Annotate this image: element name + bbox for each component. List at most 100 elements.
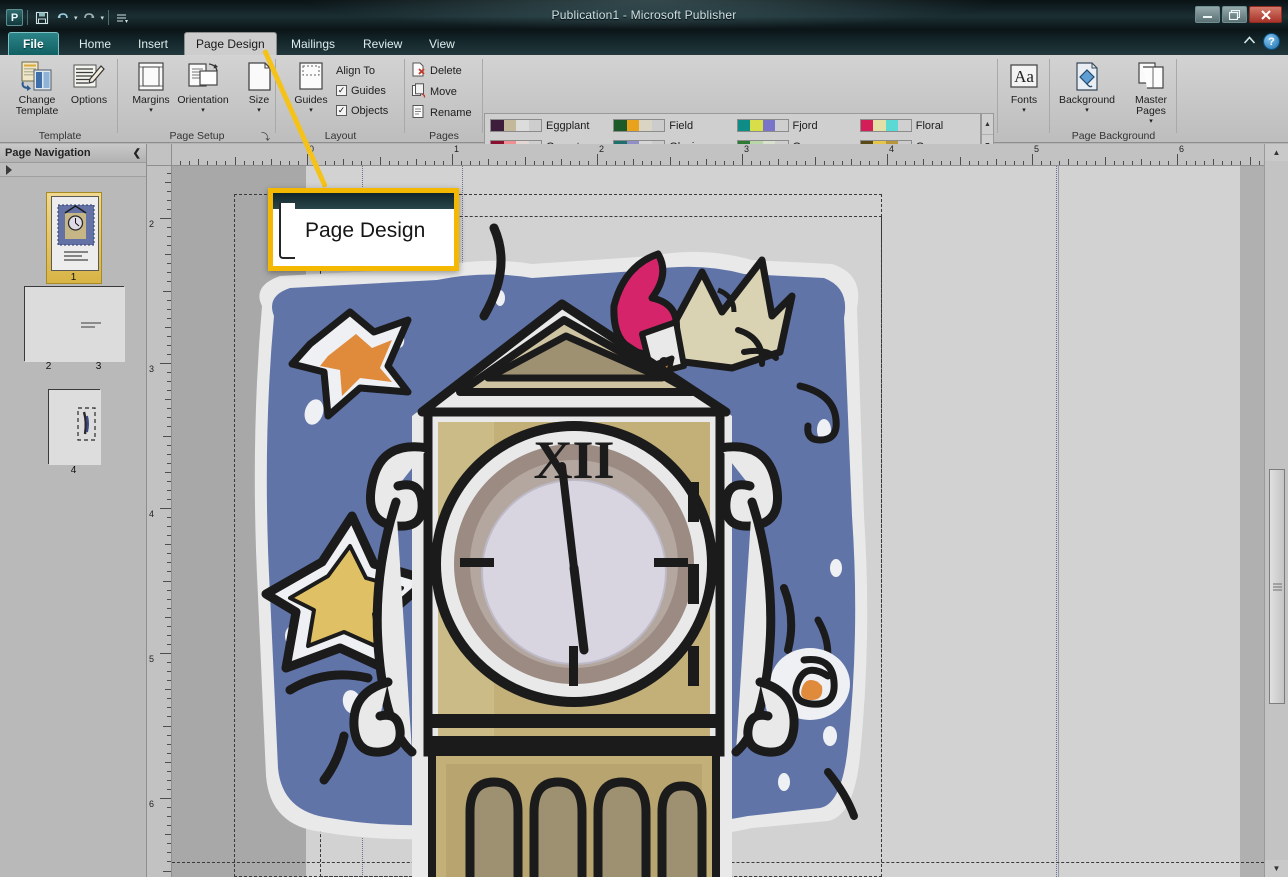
chevron-left-icon[interactable]: ❮: [133, 148, 141, 159]
ruler-minor-tick: [334, 161, 336, 165]
align-to-label-row: Align To: [336, 61, 375, 80]
page-navigation-subbar[interactable]: [0, 163, 146, 177]
restore-button[interactable]: [1222, 6, 1247, 23]
ruler-minor-tick: [167, 408, 171, 410]
thumb-selected-frame[interactable]: 1: [45, 192, 102, 284]
art-cornice-2: [428, 736, 720, 748]
ribbon-tab-strip: File Home Insert Page Design Mailings Re…: [0, 30, 1288, 55]
ruler-minor-tick: [1104, 157, 1106, 165]
ruler-minor-tick: [1095, 161, 1097, 165]
vertical-scrollbar[interactable]: ▲ ▼: [1264, 144, 1288, 877]
tab-review[interactable]: Review: [352, 32, 413, 55]
scheme-field[interactable]: Field: [609, 115, 732, 136]
ruler-minor-tick: [1041, 161, 1043, 165]
template-options-button[interactable]: Options: [58, 59, 120, 125]
collapse-triangle-icon[interactable]: [6, 164, 12, 175]
ribbon-group-fonts: Aa Fonts ▾: [998, 55, 1050, 143]
ruler-minor-tick: [705, 159, 707, 165]
clock-tower-clipart[interactable]: XII: [232, 216, 892, 877]
background-button[interactable]: Background ▾: [1050, 59, 1124, 125]
orientation-button[interactable]: Orientation ▾: [172, 59, 234, 125]
close-button[interactable]: [1249, 6, 1282, 23]
ruler-minor-tick: [1222, 161, 1224, 165]
tab-file[interactable]: File: [8, 32, 59, 55]
chevron-down-icon[interactable]: ▾: [1149, 118, 1153, 125]
ruler-minor-tick: [569, 161, 571, 165]
page-navigation-header: Page Navigation ❮: [0, 144, 146, 163]
fonts-button[interactable]: Aa Fonts ▾: [993, 59, 1055, 125]
ruler-minor-tick: [243, 161, 245, 165]
tab-mailings[interactable]: Mailings: [280, 32, 346, 55]
scroll-up-button[interactable]: ▲: [1265, 144, 1288, 161]
scroll-down-button[interactable]: ▼: [1265, 860, 1288, 877]
horizontal-ruler[interactable]: 10123456: [172, 144, 1264, 166]
ruler-minor-tick: [905, 161, 907, 165]
ruler-minor-tick: [297, 161, 299, 165]
master-pages-button[interactable]: Master Pages ▾: [1124, 59, 1178, 125]
delete-page-button[interactable]: Delete: [411, 61, 462, 80]
checkbox-objects[interactable]: ✓: [336, 105, 347, 116]
callout-tab-shape: [279, 203, 295, 259]
ruler-minor-tick: [814, 157, 816, 165]
delete-page-label: Delete: [430, 64, 462, 77]
vertical-ruler[interactable]: 2 3 4 5 6: [147, 166, 172, 877]
tab-view[interactable]: View: [418, 32, 466, 55]
align-objects-checkbox-row[interactable]: ✓ Objects: [336, 101, 388, 120]
ruler-tick-label: 6: [149, 799, 155, 809]
move-page-button[interactable]: Move: [411, 82, 457, 101]
window-controls[interactable]: [1195, 6, 1282, 23]
thumb-spread[interactable]: 2 3: [23, 286, 125, 372]
chevron-down-icon[interactable]: ▾: [309, 107, 313, 114]
ruler-minor-tick: [479, 161, 481, 165]
align-guides-checkbox-row[interactable]: ✓ Guides: [336, 81, 386, 100]
ruler-minor-tick: [167, 535, 171, 537]
ruler-minor-tick: [165, 471, 171, 473]
schemes-scroll-up-button[interactable]: ▲: [982, 114, 993, 135]
ruler-minor-tick: [1167, 161, 1169, 165]
scheme-floral[interactable]: Floral: [856, 115, 979, 136]
page-thumb-1[interactable]: 1: [0, 192, 147, 287]
tab-insert[interactable]: Insert: [127, 32, 179, 55]
ruler-minor-tick: [180, 161, 182, 165]
ruler-minor-tick: [796, 161, 798, 165]
art-clock-numeral: XII: [533, 430, 614, 490]
ruler-minor-tick: [678, 161, 680, 165]
art-window-slit-1: [688, 482, 699, 522]
chevron-down-icon[interactable]: ▾: [1085, 107, 1089, 114]
question-mark-icon[interactable]: ?: [1263, 33, 1280, 50]
tab-home[interactable]: Home: [68, 32, 122, 55]
chevron-down-icon[interactable]: ▾: [149, 107, 153, 114]
chevron-down-icon[interactable]: ▾: [201, 107, 205, 114]
document-canvas[interactable]: XII: [172, 166, 1264, 877]
scheme-swatch: [613, 119, 666, 132]
page-thumb-4[interactable]: 4: [0, 389, 147, 476]
ruler-minor-tick: [198, 159, 200, 165]
chevron-up-icon[interactable]: [1243, 35, 1256, 49]
scheme-fjord[interactable]: Fjord: [733, 115, 856, 136]
guides-button[interactable]: Guides ▾: [280, 59, 342, 125]
ruler-minor-tick: [167, 453, 171, 455]
minimize-button[interactable]: [1195, 6, 1220, 23]
ruler-minor-tick: [167, 308, 171, 310]
scrollbar-thumb[interactable]: [1269, 469, 1285, 704]
thumb-single[interactable]: 4: [47, 389, 101, 476]
size-label: Size: [248, 94, 270, 106]
ruler-minor-tick: [524, 157, 526, 165]
master-pages-icon: [1135, 59, 1167, 93]
title-bar: P ▾ ▾ Publication1 - Microsoft Publisher: [0, 0, 1288, 30]
chevron-down-icon[interactable]: ▾: [257, 107, 261, 114]
page-setup-dialog-launcher[interactable]: ⤵: [261, 130, 272, 142]
ruler-minor-tick: [167, 526, 171, 528]
page-thumb-2-3[interactable]: 2 3: [0, 286, 147, 372]
ruler-minor-tick: [167, 498, 171, 500]
chevron-down-icon[interactable]: ▾: [1022, 107, 1026, 114]
scheme-eggplant[interactable]: Eggplant: [486, 115, 609, 136]
ruler-corner[interactable]: [147, 144, 172, 166]
ruler-minor-tick: [167, 335, 171, 337]
rename-page-button[interactable]: Rename: [411, 103, 472, 122]
ruler-minor-tick: [470, 161, 472, 165]
ruler-minor-tick: [361, 161, 363, 165]
ruler-minor-tick: [1050, 161, 1052, 165]
checkbox-guides[interactable]: ✓: [336, 85, 347, 96]
ruler-minor-tick: [642, 161, 644, 165]
